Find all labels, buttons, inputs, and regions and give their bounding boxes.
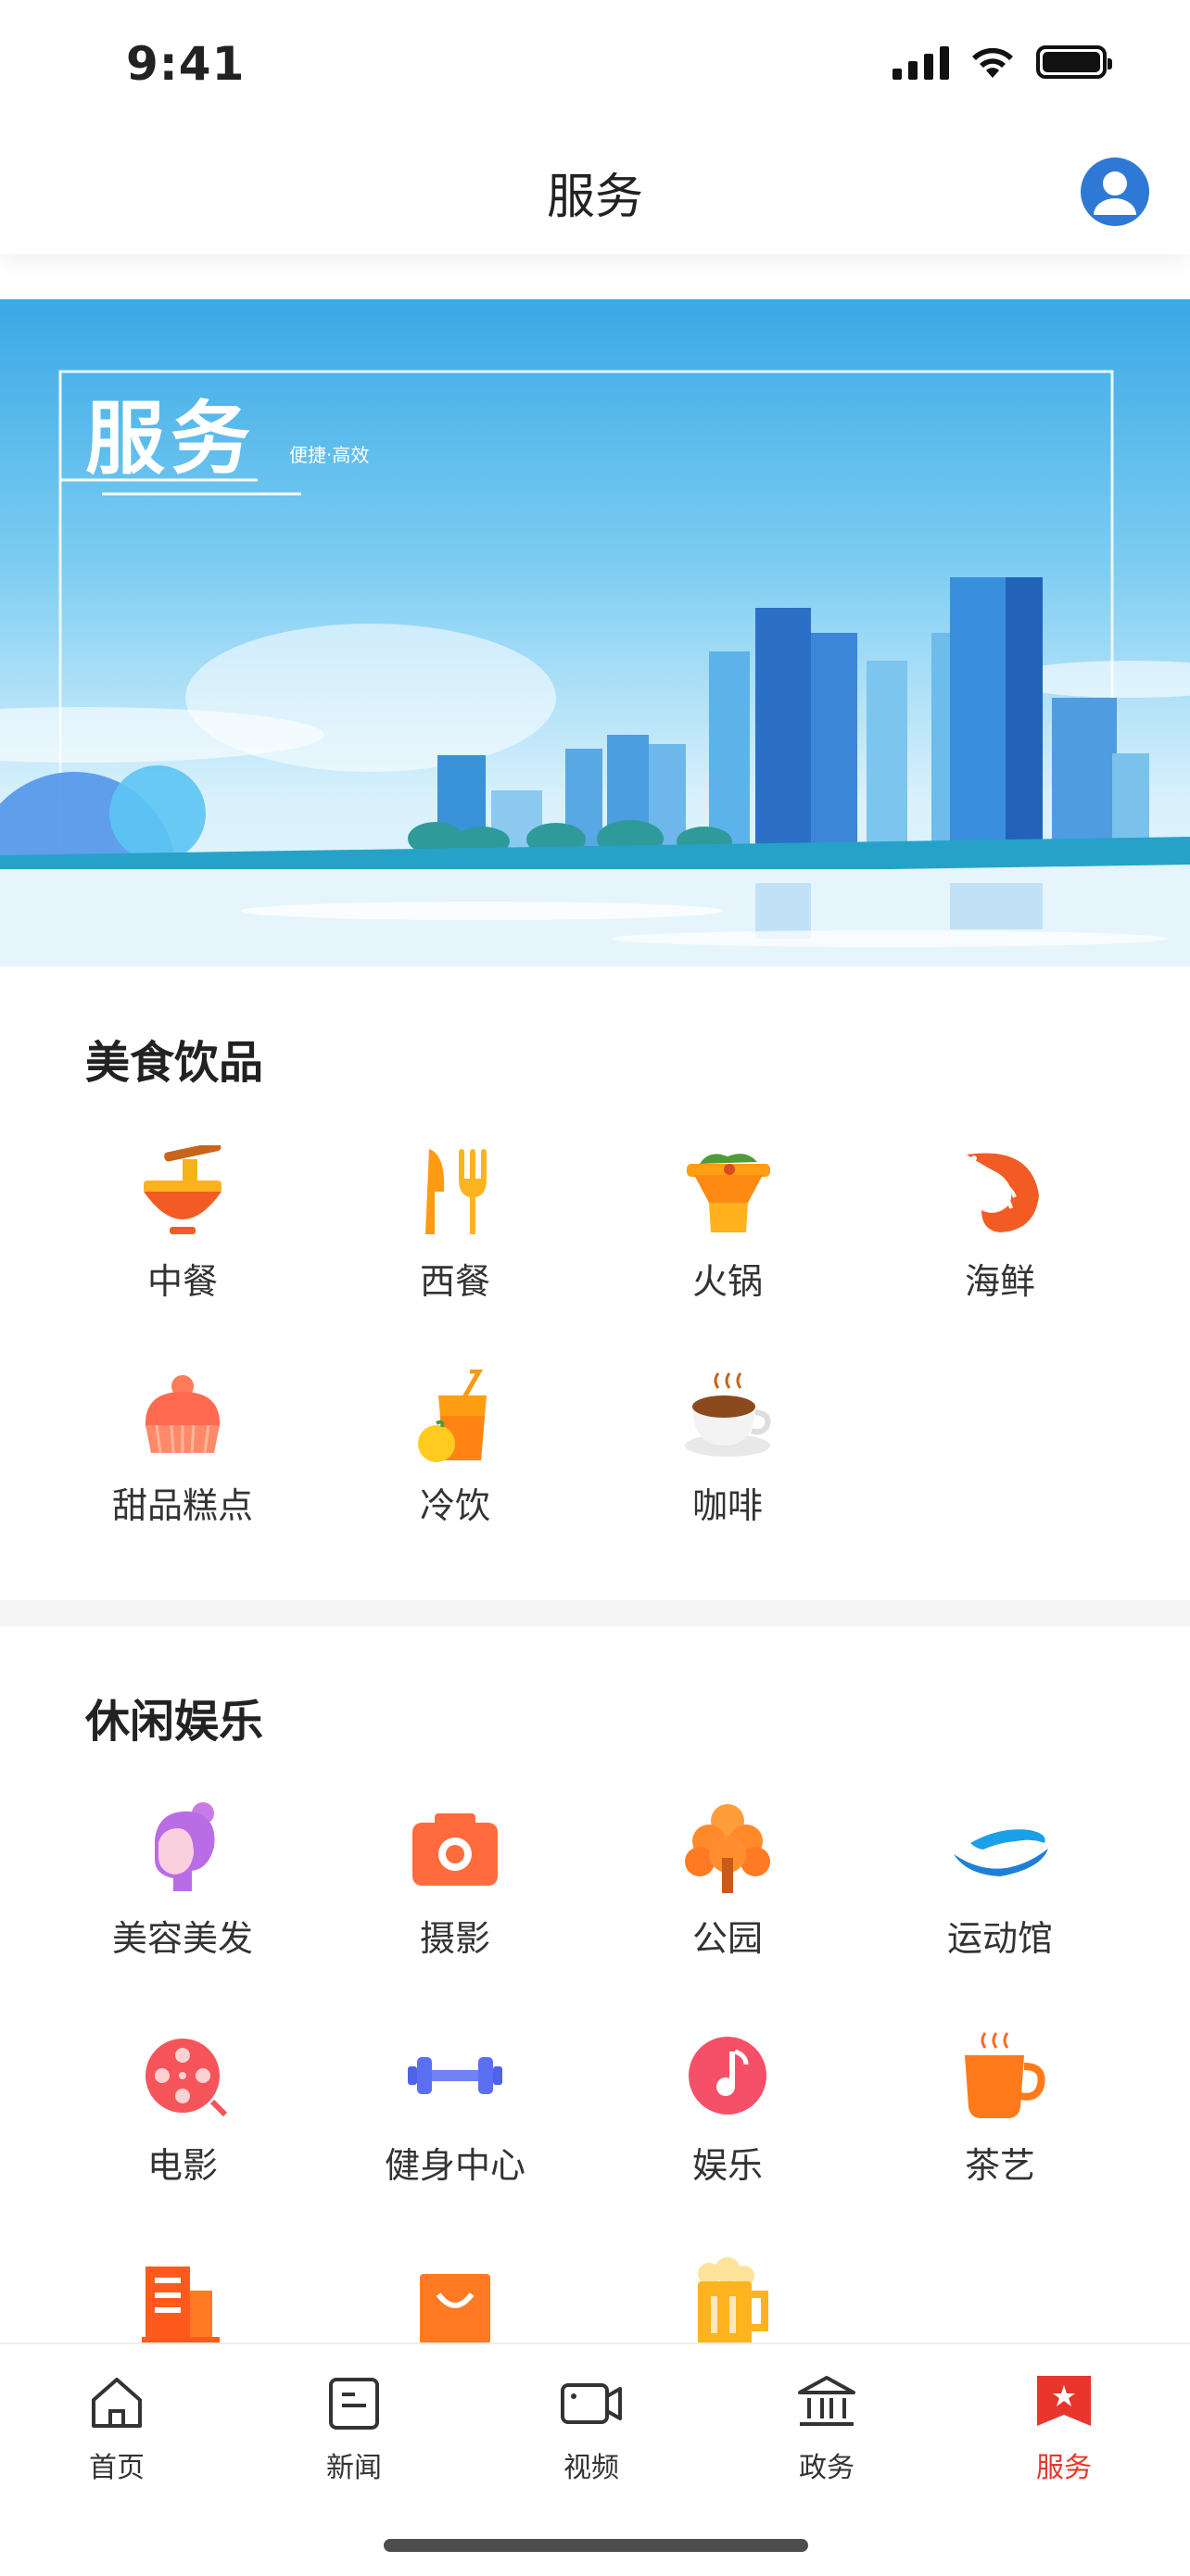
user-avatar-icon[interactable] [1081,158,1149,226]
grid-item-label: 健身中心 [384,2145,525,2186]
wifi-icon [972,47,1013,78]
status-bar: 9:41 [0,0,1190,130]
grid-item-label: 摄影 [419,1918,490,1959]
grid-item-park[interactable]: 公园 [591,1802,864,1961]
tab-video[interactable]: 视频 [526,2370,656,2485]
service-banner[interactable]: 服务 便捷·高效 [0,299,1190,966]
grid-item-label: 娱乐 [691,2145,763,2186]
grid-item-beauty-salon[interactable]: 美容美发 [46,1802,319,1961]
tab-label: 服务 [1036,2452,1092,2484]
grid-item-label: 茶艺 [964,2145,1035,2186]
service-bookmark-icon [1037,2376,1091,2426]
grid-item-label: 公园 [691,1918,763,1959]
grid-item-label: 咖啡 [691,1485,763,1526]
grid-item-coffee[interactable]: 咖啡 [591,1370,864,1528]
grid-item-label: 冷饮 [419,1485,490,1526]
noodle-bowl-icon [136,1142,229,1238]
building-icon [136,2257,229,2350]
grid-item-label: 中餐 [146,1261,218,1302]
tab-news[interactable]: 新闻 [289,2370,419,2485]
cake-icon [136,1370,229,1462]
grid-item-western-food[interactable]: 西餐 [319,1145,591,1304]
government-icon [798,2376,855,2426]
status-time: 9:41 [126,37,246,91]
grid-item-hotpot[interactable]: 火锅 [591,1145,864,1304]
beer-mug-icon [681,2257,774,2350]
grid-item-entertainment[interactable]: 娱乐 [591,2029,864,2188]
tab-label: 新闻 [326,2452,382,2484]
tree-icon [681,1802,774,1895]
shopping-bag-icon [409,2257,501,2350]
dumbbell-icon [408,2029,502,2122]
grid-item-label: 电影 [146,2145,218,2186]
tab-label: 政务 [799,2452,855,2484]
home-icon [92,2378,142,2428]
news-icon [329,2378,379,2430]
coffee-cup-icon [681,1370,774,1462]
hair-salon-icon [136,1802,229,1895]
tab-label: 首页 [89,2452,145,2484]
video-icon [561,2383,622,2424]
grid-item-label: 运动馆 [946,1918,1053,1959]
wave-icon [954,1802,1048,1895]
cellular-signal-icon [892,44,949,80]
nav-bar: 服务 [0,130,1190,254]
shrimp-icon [954,1145,1046,1238]
tab-service[interactable]: 服务 [999,2370,1129,2485]
grid-item-movie[interactable]: 电影 [46,2029,319,2188]
tea-cup-icon [954,2029,1046,2122]
music-note-icon [681,2029,774,2122]
grid-item-dessert[interactable]: 甜品糕点 [46,1370,319,1528]
grid-item-stadium[interactable]: 运动馆 [864,1802,1136,1961]
grid-item-label: 海鲜 [964,1261,1035,1302]
home-indicator[interactable] [384,2539,808,2552]
grid-item-tea-art[interactable]: 茶艺 [864,2029,1136,2188]
section-title-food: 美食饮品 [85,1037,264,1089]
grid-item-label: 美容美发 [111,1918,253,1959]
fork-knife-icon [409,1145,501,1238]
tab-government[interactable]: 政务 [762,2370,892,2485]
section-title-leisure: 休闲娱乐 [85,1696,264,1748]
grid-item-photography[interactable]: 摄影 [319,1802,591,1961]
section-divider [0,1600,1190,1626]
tab-home[interactable]: 首页 [52,2370,182,2485]
grid-item-fitness[interactable]: 健身中心 [319,2029,591,2188]
banner-title: 服务 [85,392,256,486]
hotpot-icon [681,1145,774,1238]
camera-icon [409,1802,501,1895]
grid-item-chinese-food[interactable]: 中餐 [46,1142,319,1304]
film-reel-icon [136,2029,229,2122]
cold-drink-icon [409,1369,501,1462]
grid-item-label: 西餐 [419,1261,490,1302]
grid-item-cold-drink[interactable]: 冷饮 [319,1369,591,1528]
grid-item-label: 甜品糕点 [111,1485,253,1526]
battery-icon [1036,45,1112,79]
grid-item-label: 火锅 [691,1261,763,1302]
banner-subtitle: 便捷·高效 [289,444,370,466]
tab-label: 视频 [563,2452,619,2484]
page-title: 服务 [546,170,643,225]
grid-item-seafood[interactable]: 海鲜 [864,1145,1136,1304]
status-icons [892,44,1112,80]
